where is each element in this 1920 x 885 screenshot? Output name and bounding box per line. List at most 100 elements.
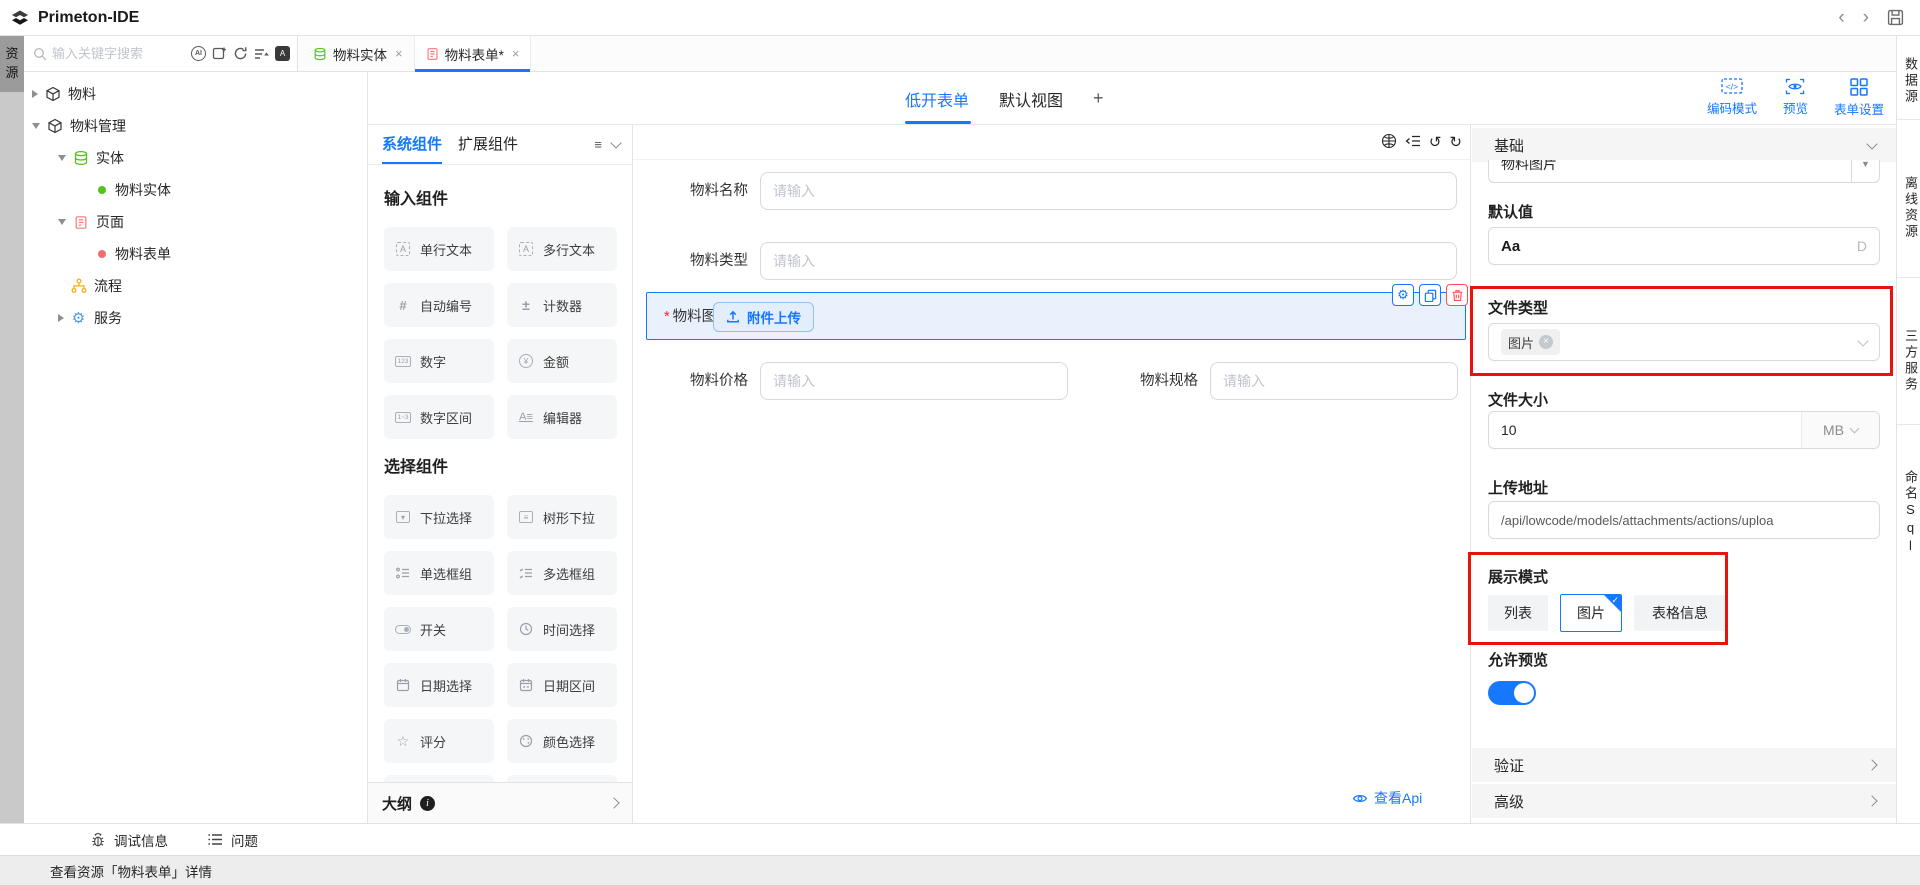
attachment-upload-button[interactable]: 附件上传	[713, 302, 814, 332]
expand-down-icon[interactable]	[58, 155, 66, 161]
outline-bar[interactable]: 大纲 i	[368, 782, 632, 823]
palette-item-switch[interactable]: 开关	[384, 607, 494, 651]
close-icon[interactable]: ×	[512, 46, 520, 61]
tree-item-service[interactable]: ⚙ 服务	[24, 302, 367, 334]
allow-preview-toggle[interactable]	[1488, 681, 1536, 705]
palette-item-date-range[interactable]: 日期区间	[507, 663, 617, 707]
palette-item-single-line-text[interactable]: A单行文本	[384, 227, 494, 271]
sort-list-icon[interactable]	[253, 45, 270, 62]
section-basic[interactable]: 基础	[1472, 128, 1896, 162]
display-mode-image[interactable]: 图片 ✓	[1560, 594, 1622, 632]
field-input-name[interactable]	[760, 172, 1457, 210]
expand-right-icon[interactable]	[32, 90, 38, 98]
form-settings-button[interactable]: 表单设置	[1834, 78, 1884, 118]
palette-item-select[interactable]: ▾下拉选择	[384, 495, 494, 539]
upload-button-label: 附件上传	[747, 307, 801, 327]
code-mode-button[interactable]: </> 编码模式	[1707, 78, 1757, 118]
check-icon: ✓	[1611, 595, 1619, 606]
view-tab-default-view[interactable]: 默认视图	[999, 87, 1063, 111]
globe-icon[interactable]	[1381, 133, 1397, 152]
field-input-type[interactable]	[760, 242, 1457, 280]
new-resource-icon[interactable]	[211, 45, 228, 62]
upload-url-input[interactable]: /api/lowcode/models/attachments/actions/…	[1488, 501, 1880, 539]
tab-system-components[interactable]: 系统组件	[382, 125, 442, 164]
selected-field-image[interactable]: *物料图片 附件上传	[646, 292, 1466, 340]
file-size-unit-select[interactable]: MB	[1801, 412, 1879, 448]
search-input[interactable]	[52, 46, 186, 61]
strip-tab-offline-resource[interactable]: 离线资源	[1897, 120, 1920, 278]
field-input-price[interactable]	[760, 362, 1068, 400]
ai-assist-icon[interactable]: AI	[190, 45, 207, 62]
preview-button[interactable]: 预览	[1783, 78, 1808, 118]
view-api-link[interactable]: 查看Api	[1352, 788, 1422, 808]
palette-item-tree-select[interactable]: ≡树形下拉	[507, 495, 617, 539]
save-icon[interactable]	[1887, 9, 1904, 26]
display-mode-table-info[interactable]: 表格信息	[1634, 595, 1726, 631]
tree-item-material[interactable]: 物料	[24, 78, 367, 110]
palette-item-number[interactable]: 123数字	[384, 339, 494, 383]
default-value-input[interactable]: Aa D	[1488, 227, 1880, 265]
field-input-spec[interactable]	[1210, 362, 1458, 400]
palette-item-checkbox-group[interactable]: 多选框组	[507, 551, 617, 595]
expand-right-icon[interactable]	[58, 314, 64, 322]
problems-button[interactable]: 问题	[208, 830, 258, 850]
view-tab-lowcode-form[interactable]: 低开表单	[905, 87, 969, 111]
display-mode-list[interactable]: 列表	[1488, 595, 1548, 631]
strip-tab-third-party-service[interactable]: 三方服务	[1897, 278, 1920, 425]
tab-material-entity[interactable]: 物料实体 ×	[302, 36, 415, 71]
translate-icon[interactable]: A	[274, 45, 291, 62]
allow-preview-label: 允许预览	[1488, 649, 1548, 670]
palette-item-auto-number[interactable]: #自动编号	[384, 283, 494, 327]
tag-close-icon[interactable]: ×	[1539, 335, 1553, 349]
tab-extension-components[interactable]: 扩展组件	[458, 125, 518, 164]
expand-down-icon[interactable]	[32, 123, 40, 129]
tree-item-flow[interactable]: 流程	[24, 270, 367, 302]
palette-item-image[interactable]: 图片	[507, 775, 617, 782]
palette-item-time-picker[interactable]: 时间选择	[507, 607, 617, 651]
palette-item-amount[interactable]: ¥金额	[507, 339, 617, 383]
strip-tab-datasource[interactable]: 数据源	[1897, 36, 1920, 120]
field-settings-button[interactable]: ⚙	[1392, 284, 1414, 306]
file-size-input[interactable]: 10 MB	[1488, 411, 1880, 449]
nav-forward-icon[interactable]: ›	[1863, 8, 1869, 27]
tree-item-page[interactable]: 页面	[24, 206, 367, 238]
color-picker-icon	[517, 734, 535, 748]
palette-item-attachment-upload[interactable]: 附件上传	[384, 775, 494, 782]
palette-item-date-picker[interactable]: 日期选择	[384, 663, 494, 707]
palette-item-multi-line-text[interactable]: A多行文本	[507, 227, 617, 271]
redo-icon[interactable]: ↻	[1449, 135, 1462, 150]
tree-item-entity[interactable]: 实体	[24, 142, 367, 174]
right-activity-strip: 数据源 离线资源 三方服务 命名Sql	[1896, 36, 1920, 823]
expand-down-icon[interactable]	[58, 219, 66, 225]
form-settings-icon	[1850, 78, 1868, 96]
add-view-tab-button[interactable]: +	[1093, 88, 1104, 109]
close-icon[interactable]: ×	[395, 46, 403, 61]
resources-strip-tab[interactable]: 资源	[0, 36, 24, 92]
undo-icon[interactable]: ↺	[1429, 135, 1442, 150]
palette-collapse-icon[interactable]	[612, 125, 620, 164]
palette-item-number-range[interactable]: 1~3数字区间	[384, 395, 494, 439]
file-type-select[interactable]: 图片 ×	[1488, 323, 1880, 361]
outline-toggle-icon[interactable]	[1405, 134, 1421, 151]
tree-item-material-mgmt[interactable]: 物料管理	[24, 110, 367, 142]
section-validate[interactable]: 验证	[1472, 748, 1896, 782]
section-advanced[interactable]: 高级	[1472, 784, 1896, 818]
palette-item-editor[interactable]: A≡编辑器	[507, 395, 617, 439]
bound-field-select-clipped[interactable]: 物料图片 ▼	[1488, 160, 1880, 183]
nav-back-icon[interactable]: ‹	[1838, 8, 1844, 27]
palette-item-color-picker[interactable]: 颜色选择	[507, 719, 617, 763]
palette-item-rate[interactable]: ☆评分	[384, 719, 494, 763]
tab-material-form[interactable]: 物料表单* ×	[415, 36, 532, 71]
list-icon	[208, 833, 223, 846]
palette-menu-icon[interactable]: ≡	[594, 125, 602, 164]
debug-info-button[interactable]: 调试信息	[90, 830, 168, 850]
palette-item-counter[interactable]: ±计数器	[507, 283, 617, 327]
tree-item-material-form[interactable]: 物料表单	[24, 238, 367, 270]
field-copy-button[interactable]	[1419, 284, 1441, 306]
palette-item-radio-group[interactable]: 单选框组	[384, 551, 494, 595]
tree-item-material-entity[interactable]: 物料实体	[24, 174, 367, 206]
strip-tab-named-sql[interactable]: 命名Sql	[1897, 425, 1920, 585]
refresh-icon[interactable]	[232, 45, 249, 62]
field-label-name: 物料名称	[670, 172, 748, 210]
field-delete-button[interactable]	[1446, 284, 1468, 306]
